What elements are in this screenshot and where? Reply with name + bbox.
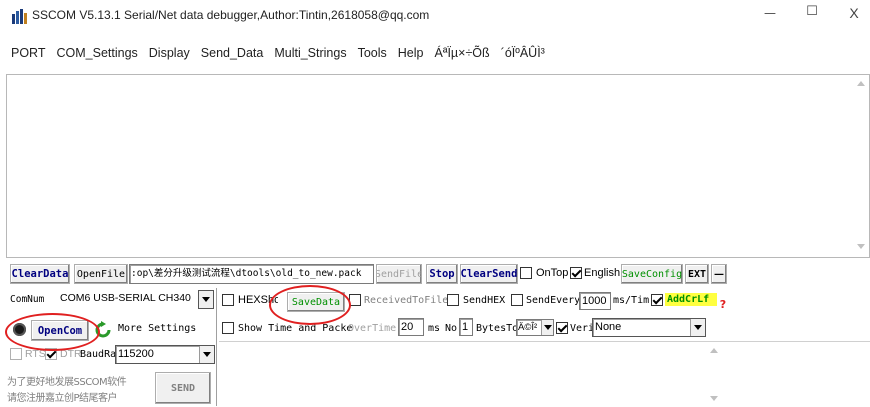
show-time-label: Show Time and Packe	[238, 322, 353, 334]
ms-per-time-label: ms/Tim	[613, 295, 650, 306]
menu-multi-strings[interactable]: Multi_Strings	[274, 46, 346, 68]
scroll-up-icon[interactable]	[710, 348, 718, 353]
verify-value: None	[595, 321, 622, 333]
send-hex-option[interactable]: SendHEX	[447, 294, 505, 306]
send-file-button[interactable]: SendFile	[376, 264, 422, 284]
chevron-down-icon[interactable]	[541, 320, 553, 335]
english-option[interactable]: English	[570, 267, 620, 279]
send-scrollbar[interactable]	[707, 342, 721, 407]
send-every-label: SendEvery:	[526, 294, 587, 306]
received-to-file-label: ReceivedToFile	[364, 294, 449, 306]
verify-checkbox[interactable]	[556, 322, 568, 334]
on-top-label: OnTop	[536, 267, 569, 279]
annotation-circle-save-data	[269, 285, 351, 325]
chevron-down-icon[interactable]	[690, 319, 705, 336]
baud-rate-select[interactable]: 115200	[115, 345, 215, 364]
menu-help[interactable]: Help	[398, 46, 424, 68]
promo-line-2[interactable]: 请您注册嘉立创P结尾客户	[7, 389, 118, 404]
english-checkbox[interactable]	[570, 267, 582, 279]
menu-com-settings[interactable]: COM_Settings	[57, 46, 138, 68]
file-path-input[interactable]: :op\差分升级测试流程\dtools\old_to_new.pack	[129, 264, 374, 284]
scroll-down-icon[interactable]	[710, 396, 718, 401]
menu-bar: PORT COM_Settings Display Send_Data Mult…	[0, 46, 870, 68]
app-logo-icon	[11, 8, 27, 24]
add-crlf-option[interactable]: AddCrLf	[651, 293, 718, 306]
send-every-input[interactable]: 1000	[579, 292, 611, 310]
show-time-checkbox[interactable]	[222, 322, 234, 334]
add-crlf-label: AddCrLf	[665, 293, 718, 306]
title-bar: SSCOM V5.13.1 Serial/Net data debugger,A…	[0, 0, 870, 30]
verify-select[interactable]: None	[592, 318, 706, 337]
promo-line-1[interactable]: 为了更好地发展SSCOM软件	[7, 373, 127, 388]
send-button[interactable]: SEND	[155, 372, 211, 404]
stop-button[interactable]: Stop	[426, 264, 458, 284]
clear-send-button[interactable]: ClearSend	[460, 264, 518, 284]
add-crlf-checkbox[interactable]	[651, 293, 663, 306]
annotation-circle-open-com	[5, 313, 100, 351]
send-hex-label: SendHEX	[463, 294, 506, 306]
save-config-button[interactable]: SaveConfig	[621, 264, 683, 284]
packet-no-label: No	[445, 323, 458, 334]
bytes-to-select[interactable]: Ä©Î²	[516, 319, 554, 336]
help-question-icon[interactable]: ?	[718, 299, 728, 312]
com-port-value: COM6 USB-SERIAL CH340	[60, 292, 191, 304]
packet-no-input[interactable]: 1	[459, 318, 473, 336]
chevron-down-icon[interactable]	[199, 346, 214, 363]
clear-data-button[interactable]: ClearData	[10, 264, 70, 284]
menu-port[interactable]: PORT	[11, 46, 46, 68]
menu-send-data[interactable]: Send_Data	[201, 46, 264, 68]
com-num-label: ComNum	[10, 294, 45, 305]
receive-textarea[interactable]	[6, 74, 870, 258]
show-time-option[interactable]: Show Time and Packe	[222, 322, 352, 334]
send-every-option[interactable]: SendEvery:	[511, 294, 586, 306]
minimize-button[interactable]: —	[758, 6, 782, 24]
overtime-input[interactable]: 20	[398, 318, 424, 336]
received-to-file-option[interactable]: ReceivedToFile	[349, 294, 448, 306]
english-label: English	[584, 267, 621, 279]
scroll-down-icon[interactable]	[857, 244, 865, 249]
window-title: SSCOM V5.13.1 Serial/Net data debugger,A…	[32, 8, 430, 22]
hex-show-checkbox[interactable]	[222, 294, 234, 306]
receive-scrollbar[interactable]	[853, 75, 869, 257]
on-top-checkbox[interactable]	[520, 267, 532, 279]
overtime-ms-label: ms	[428, 323, 441, 334]
maximize-button[interactable]: ☐	[800, 4, 824, 24]
menu-forum[interactable]: ´óÏºÂÛÌ³	[501, 46, 545, 68]
scroll-up-icon[interactable]	[857, 81, 865, 86]
overtime-label: OverTime:	[348, 323, 403, 334]
menu-tools[interactable]: Tools	[358, 46, 387, 68]
close-button[interactable]: X	[842, 5, 866, 25]
menu-contact-author[interactable]: ÁªÏµ×÷Õß	[435, 46, 490, 68]
ext-button[interactable]: EXT	[685, 264, 709, 284]
bytes-to-label: BytesTo	[476, 323, 519, 334]
collapse-button[interactable]: —	[711, 264, 727, 284]
send-every-checkbox[interactable]	[511, 294, 523, 306]
on-top-option[interactable]: OnTop	[520, 267, 568, 279]
baud-rate-value: 115200	[118, 348, 154, 360]
chevron-down-icon[interactable]	[198, 290, 214, 309]
com-port-select[interactable]: COM6 USB-SERIAL CH340	[48, 290, 214, 309]
bytes-to-value: Ä©Î²	[518, 322, 538, 333]
more-settings-link[interactable]: More Settings	[118, 323, 196, 334]
menu-display[interactable]: Display	[149, 46, 190, 68]
rts-checkbox[interactable]	[10, 348, 22, 360]
open-file-button[interactable]: OpenFile	[74, 264, 128, 284]
send-hex-checkbox[interactable]	[447, 294, 459, 306]
send-textarea[interactable]	[219, 341, 870, 406]
